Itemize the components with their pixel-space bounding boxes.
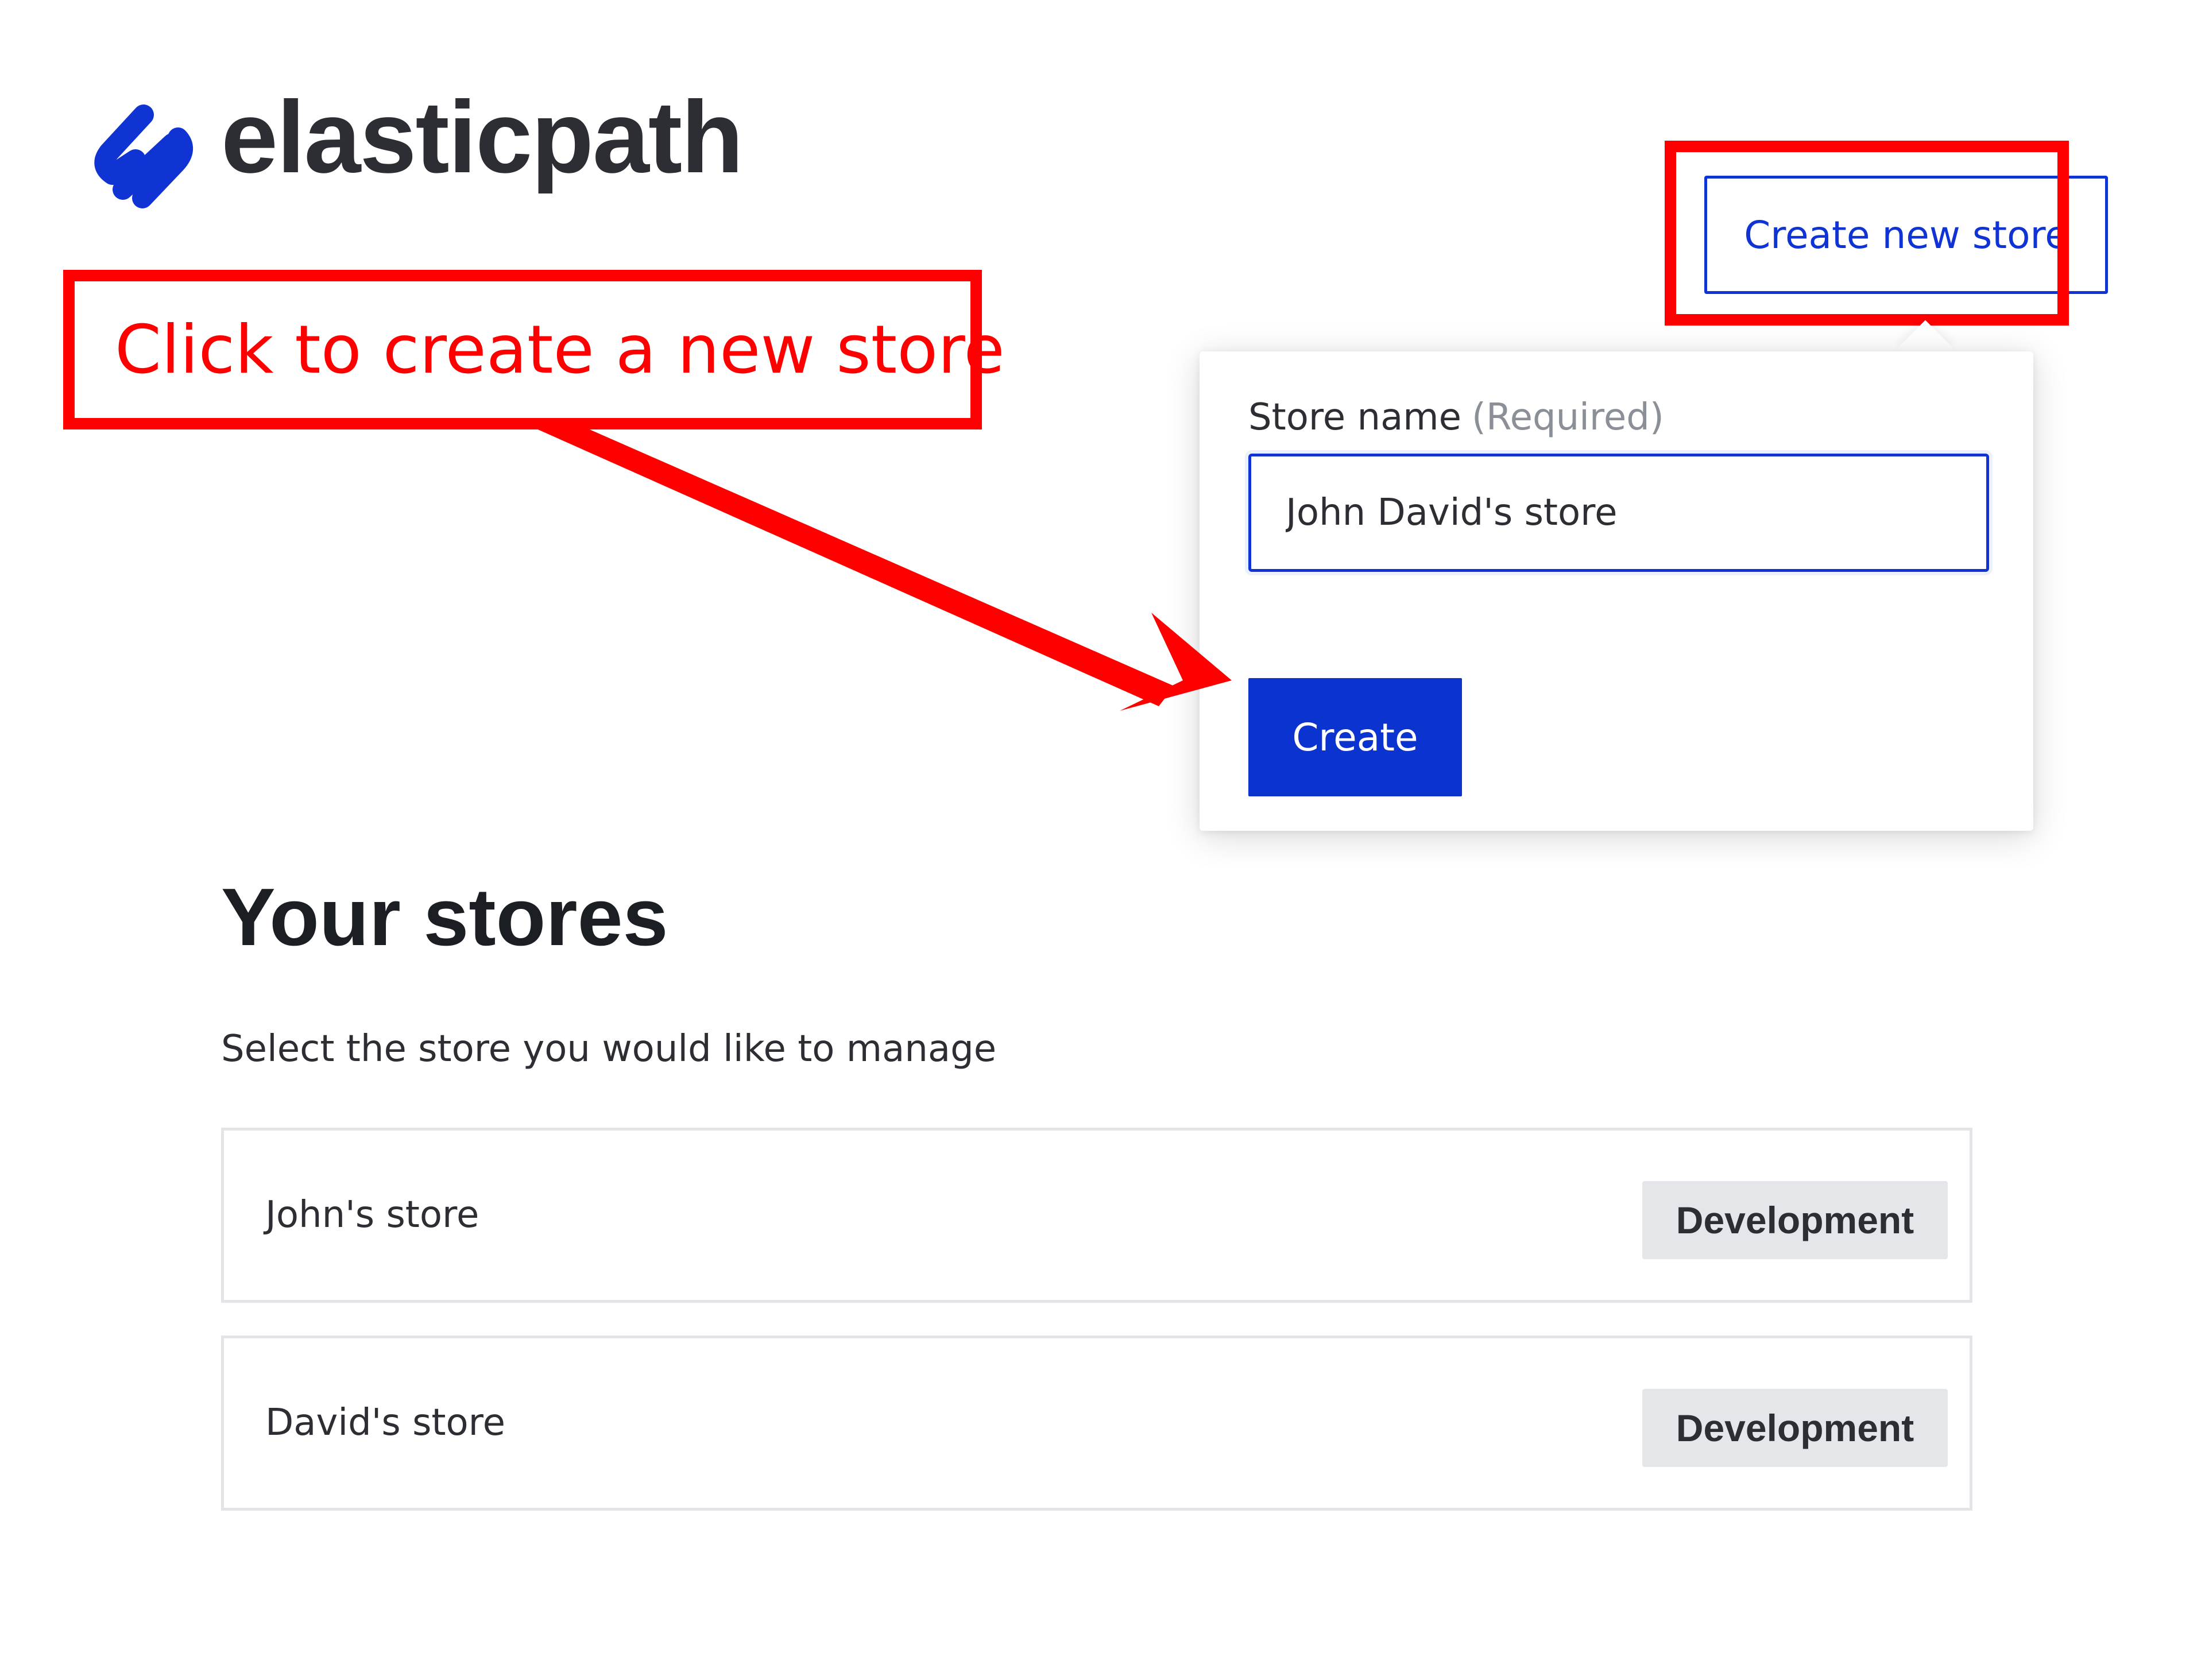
elasticpath-logo-icon (94, 104, 193, 208)
annotation-callout-text: Click to create a new store (115, 311, 1005, 389)
page-subtitle: Select the store you would like to manag… (221, 1028, 997, 1070)
required-hint: (Required) (1472, 396, 1664, 439)
store-name-label-text: Store name (1248, 396, 1461, 439)
store-list-item[interactable]: John's store Development (221, 1128, 1972, 1303)
page-title: Your stores (221, 872, 668, 963)
store-name: David's store (265, 1402, 505, 1444)
brand-logo-text: elasticpath (221, 80, 744, 194)
store-name-label: Store name (Required) (1248, 396, 1664, 439)
environment-badge: Development (1642, 1389, 1948, 1467)
annotation-callout: Click to create a new store (63, 270, 1005, 429)
store-list-item[interactable]: David's store Development (221, 1336, 1972, 1511)
store-name-input[interactable] (1248, 454, 1989, 572)
create-button[interactable]: Create (1248, 678, 1462, 796)
annotation-highlight-box (1665, 141, 2069, 326)
environment-badge: Development (1642, 1181, 1948, 1259)
store-name: John's store (265, 1194, 479, 1236)
page: elasticpath Create new store Store name(… (0, 0, 2205, 1680)
